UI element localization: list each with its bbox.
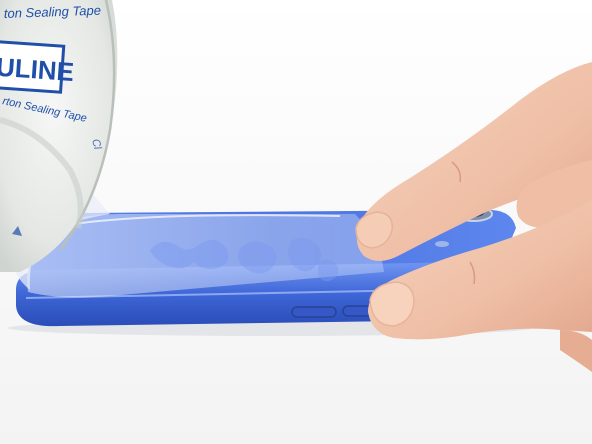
- uline-logo-text: ULINE: [0, 52, 75, 87]
- camera-flash: [435, 241, 449, 247]
- photo-scene: ton Sealing Tape ULINE rton Sealing Tape…: [0, 0, 592, 444]
- volume-button: [291, 306, 337, 318]
- thumbnail: [369, 281, 415, 327]
- uline-logo: ULINE: [0, 39, 75, 94]
- photo-canvas: ton Sealing Tape ULINE rton Sealing Tape…: [0, 0, 592, 444]
